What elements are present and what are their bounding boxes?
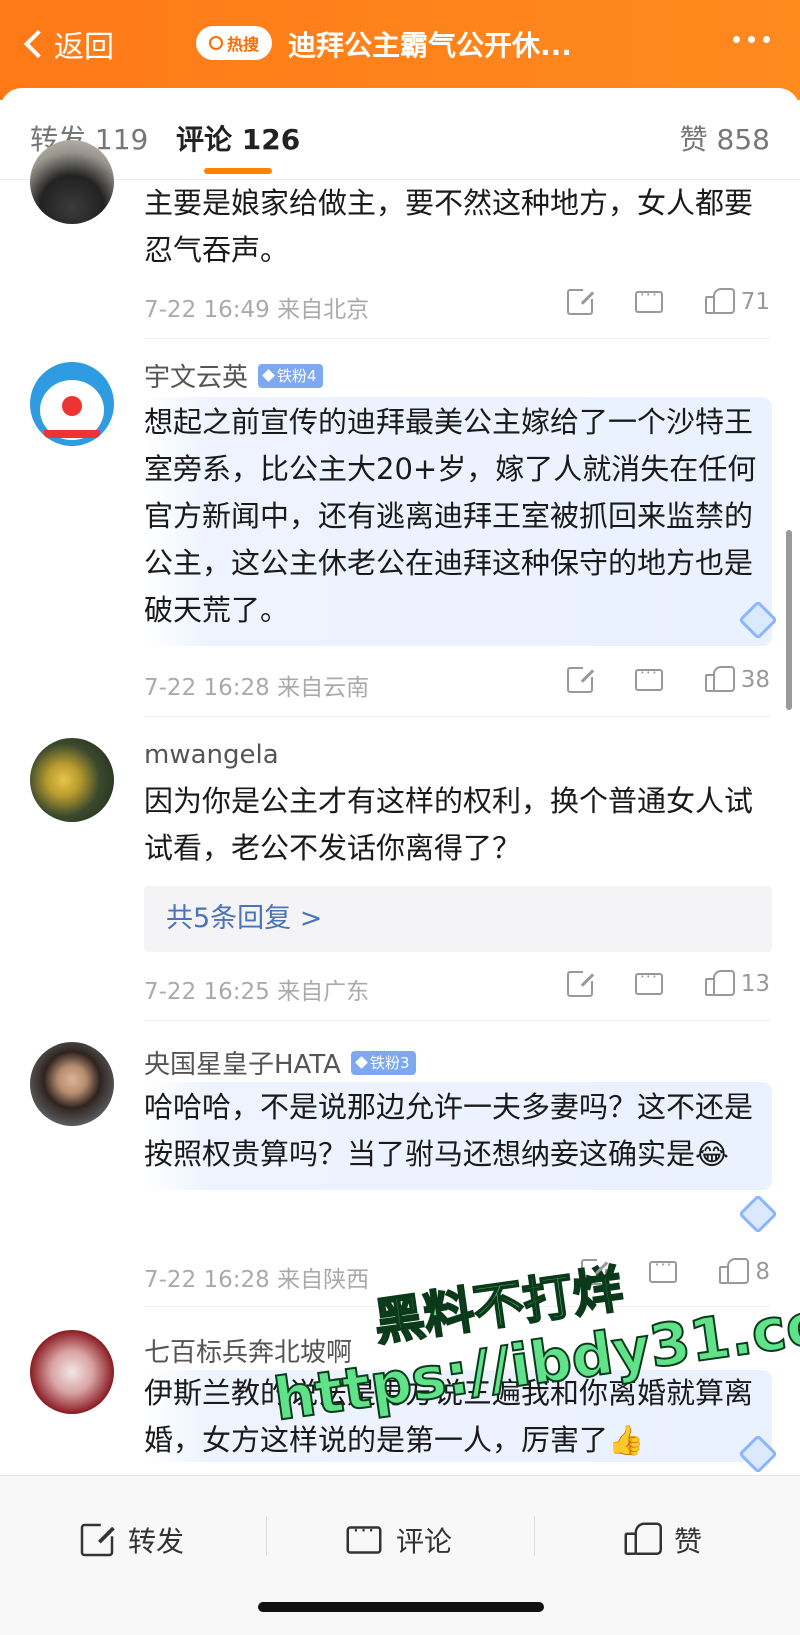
thumbs-up-icon xyxy=(704,970,735,998)
share-button[interactable] xyxy=(566,287,595,315)
photo-avatar-icon[interactable] xyxy=(30,140,114,224)
comment-icon xyxy=(634,285,663,313)
active-tab-indicator xyxy=(204,168,272,174)
comment-icon xyxy=(634,663,663,691)
divider xyxy=(266,1516,267,1556)
sunglasses-avatar-icon[interactable] xyxy=(30,1330,114,1414)
home-indicator[interactable] xyxy=(258,1602,544,1612)
commenter-name[interactable]: 宇文云英 铁粉4 xyxy=(144,357,323,394)
like-button[interactable]: 13 xyxy=(704,970,770,998)
bottom-like-button[interactable]: 赞 xyxy=(624,1520,703,1560)
bottom-share-button[interactable]: 转发 xyxy=(80,1520,185,1560)
more-options-button[interactable] xyxy=(733,36,770,43)
thumbs-up-icon xyxy=(704,288,735,316)
doraemon-avatar-icon[interactable] xyxy=(30,362,114,446)
divider xyxy=(144,716,770,717)
thumbs-up-icon xyxy=(704,666,735,694)
like-button[interactable]: 38 xyxy=(704,666,770,694)
diamond-icon xyxy=(262,369,275,382)
like-count: 71 xyxy=(740,289,770,315)
scrollbar[interactable] xyxy=(786,530,792,710)
more-dot-icon xyxy=(748,36,755,43)
view-replies-link[interactable]: 共5条回复 > xyxy=(144,886,772,952)
reply-button[interactable] xyxy=(634,967,663,995)
divider xyxy=(534,1516,535,1556)
comment-icon xyxy=(634,967,663,995)
back-button[interactable]: 返回 xyxy=(22,22,114,66)
comment-actions: 38 xyxy=(525,663,770,694)
commenter-name-text: mwangela xyxy=(144,740,279,770)
back-label: 返回 xyxy=(54,30,114,65)
flowers-avatar-icon[interactable] xyxy=(30,738,114,822)
bottom-comment-label: 评论 xyxy=(396,1525,453,1558)
hot-search-badge[interactable]: 热搜 xyxy=(196,26,272,60)
divider xyxy=(144,1020,770,1021)
reply-button[interactable] xyxy=(634,663,663,691)
commenter-name-text: 央国星皇子HATA xyxy=(144,1050,341,1080)
header-bar: 返回 热搜 迪拜公主霸气公开休... xyxy=(0,0,800,100)
fan-badge: 铁粉3 xyxy=(350,1050,416,1075)
tab-comments[interactable]: 评论 126 xyxy=(176,118,300,158)
more-dot-icon xyxy=(733,36,740,43)
more-dot-icon xyxy=(763,36,770,43)
like-count: 38 xyxy=(740,667,770,693)
share-icon xyxy=(80,1521,116,1557)
reply-button[interactable] xyxy=(634,285,663,313)
search-icon xyxy=(208,36,223,50)
comment-text: 哈哈哈，不是说那边允许一夫多妻吗？这不还是按照权贵算吗？当了驸马还想纳妾这确实是… xyxy=(144,1082,772,1190)
comment-text: 因为你是公主才有这样的权利，换个普通女人试试看，老公不发话你离得了？ xyxy=(144,784,754,865)
girl-avatar-icon[interactable] xyxy=(30,1042,114,1126)
thumbs-up-icon xyxy=(624,1522,662,1558)
comment-icon xyxy=(346,1519,382,1554)
bottom-like-label: 赞 xyxy=(674,1525,703,1558)
page-title: 迪拜公主霸气公开休... xyxy=(288,29,572,62)
comment-meta: 7-22 16:25 来自广东 xyxy=(144,979,370,1005)
divider xyxy=(144,338,770,339)
share-icon xyxy=(566,287,595,315)
commenter-name[interactable]: mwangela xyxy=(144,740,279,770)
comment-text: 想起之前宣传的迪拜最美公主嫁给了一个沙特王室旁系，比公主大20+岁，嫁了人就消失… xyxy=(144,397,772,646)
like-button[interactable]: 71 xyxy=(704,288,770,316)
share-icon xyxy=(566,665,595,693)
comment-actions: 71 xyxy=(525,285,770,316)
comment-meta: 7-22 16:28 来自云南 xyxy=(144,675,370,701)
comment-text: 主要是娘家给做主，要不然这种地方，女人都要忍气吞声。 xyxy=(144,186,754,267)
hot-badge-label: 热搜 xyxy=(226,35,259,54)
commenter-name[interactable]: 央国星皇子HATA 铁粉3 xyxy=(144,1044,416,1081)
fan-badge: 铁粉4 xyxy=(258,363,323,388)
comment-meta: 7-22 16:49 来自北京 xyxy=(144,297,370,323)
bottom-share-label: 转发 xyxy=(128,1525,185,1558)
comment-actions: 13 xyxy=(525,967,770,998)
fan-badge-text: 铁粉3 xyxy=(369,1054,410,1072)
share-button[interactable] xyxy=(566,969,595,997)
share-button[interactable] xyxy=(566,665,595,693)
diamond-icon xyxy=(355,1056,368,1069)
tab-bar: 转发 119 评论 126 赞 858 xyxy=(0,88,800,180)
commenter-name-text: 宇文云英 xyxy=(144,363,249,393)
tab-likes[interactable]: 赞 858 xyxy=(680,118,770,158)
like-count: 13 xyxy=(740,971,770,997)
bottom-comment-button[interactable]: 评论 xyxy=(346,1519,453,1560)
fan-badge-text: 铁粉4 xyxy=(277,367,317,385)
chevron-left-icon xyxy=(23,29,53,59)
share-icon xyxy=(566,969,595,997)
